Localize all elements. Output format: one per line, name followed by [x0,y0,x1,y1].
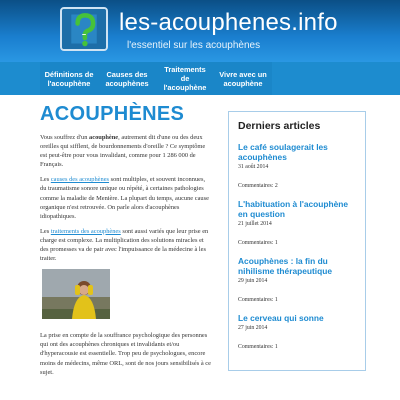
intro-paragraph: Vous souffrez d'un acouphène, autrement … [40,134,206,169]
article-title-link[interactable]: Le café soulagerait les acouphènes [238,142,356,162]
main-nav: Définitions de l'acouphène Causes des ac… [0,62,400,95]
article-item: Le café soulagerait les acouphènes 31 ao… [238,142,356,189]
sidebar-latest-articles: Derniers articles Le café soulagerait le… [228,111,366,371]
main-content: ACOUPHÈNES Vous souffrez d'un acouphène,… [40,103,212,383]
sidebar-heading: Derniers articles [238,120,321,132]
acouphene-bold: acouphène [89,134,119,141]
article-comments-count[interactable]: Commentaires: 1 [238,297,356,303]
site-header: les-acouphenes.info l'essentiel sur les … [0,0,400,62]
causes-paragraph: Les causes des acouphènes sont multiples… [40,176,209,220]
nav-item-definitions[interactable]: Définitions de l'acouphène [40,62,98,95]
nav-menu: Définitions de l'acouphène Causes des ac… [40,62,272,95]
page-title: ACOUPHÈNES [40,103,185,125]
causes-link[interactable]: causes des acouphènes [51,176,109,183]
article-title-link[interactable]: L'habituation à l'acouphène en question [238,199,356,219]
article-comments-count[interactable]: Commentaires: 2 [238,183,356,189]
article-date: 21 juillet 2014 [238,221,272,227]
article-item: Le cerveau qui sonne 27 juin 2014 Commen… [238,313,356,350]
traitements-paragraph: Les traitements des acouphènes sont auss… [40,227,209,263]
article-item: Acouphènes : la fin du nihilisme thérape… [238,256,356,303]
article-date: 31 août 2014 [238,164,269,170]
traitements-link[interactable]: traitements des acouphènes [51,228,121,235]
nav-item-vivre-avec[interactable]: Vivre avec un acouphène [214,62,272,95]
site-title[interactable]: les-acouphenes.info [119,9,338,37]
article-item: L'habituation à l'acouphène en question … [238,199,356,246]
article-comments-count[interactable]: Commentaires: 1 [238,240,356,246]
nav-item-traitements[interactable]: Traitements de l'acouphène [156,62,214,95]
psychology-paragraph: La prise en compte de la souffrance psyc… [40,332,211,376]
ear-question-mark-icon[interactable] [60,7,108,51]
site-tagline: l'essentiel sur les acouphènes [127,40,261,51]
article-comments-count[interactable]: Commentaires: 1 [238,344,356,350]
article-date: 27 juin 2014 [238,325,268,331]
nav-item-causes[interactable]: Causes des acouphènes [98,62,156,95]
article-title-link[interactable]: Le cerveau qui sonne [238,313,356,323]
child-covering-ears-photo [42,269,110,320]
article-title-link[interactable]: Acouphènes : la fin du nihilisme thérape… [238,256,356,276]
article-date: 29 juin 2014 [238,278,268,284]
